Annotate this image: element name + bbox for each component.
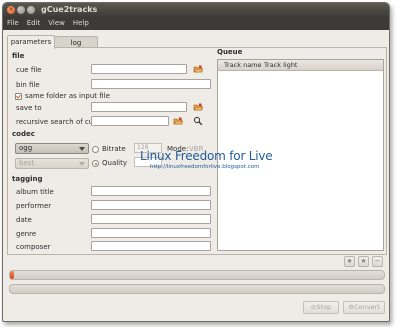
genre-field[interactable] — [91, 228, 211, 238]
bin-file-field[interactable] — [91, 79, 211, 89]
codec-format-select[interactable]: ogg — [15, 143, 89, 154]
folder-open-icon[interactable] — [193, 102, 203, 112]
file-heading: file — [12, 52, 25, 60]
date-label: date — [16, 216, 32, 224]
quality-preset-value: best — [19, 159, 35, 167]
save-to-label: save to — [16, 104, 42, 112]
title-bar: × gCue2tracks — [3, 3, 389, 17]
genre-label: genre — [16, 230, 37, 238]
same-folder-checkbox[interactable] — [15, 93, 22, 100]
col-track-length[interactable]: Track light — [264, 61, 297, 69]
quality-label: Quality — [102, 159, 128, 167]
recursive-search-field[interactable] — [91, 116, 169, 126]
stop-label: Stop — [316, 303, 332, 311]
star-icon: ★ — [346, 257, 353, 265]
codec-heading: codec — [12, 130, 35, 138]
col-track-name[interactable]: Track name — [224, 61, 262, 69]
folder-open-icon[interactable] — [193, 64, 203, 74]
composer-label: composer — [16, 243, 51, 251]
tab-parameters[interactable]: parameters — [7, 35, 55, 49]
album-title-field[interactable] — [91, 186, 211, 196]
queue-header: Track name Track light — [218, 60, 383, 71]
chevron-down-icon — [79, 162, 85, 166]
quality-radio[interactable] — [92, 160, 99, 167]
remove-button[interactable]: − — [372, 256, 383, 267]
chevron-down-icon — [79, 147, 85, 151]
date-field[interactable] — [91, 214, 211, 224]
minus-icon: − — [374, 257, 381, 265]
performer-field[interactable] — [91, 200, 211, 210]
watermark-url: http://linuxfreedomforlive.blogspot.com — [150, 164, 260, 170]
convert-label: Convert — [354, 303, 380, 311]
close-icon[interactable]: × — [7, 6, 15, 14]
menu-bar: File Edit View Help — [3, 17, 389, 30]
track-progress-bar — [9, 270, 385, 280]
same-folder-label: same folder as input file — [25, 92, 110, 100]
tagging-heading: tagging — [12, 175, 43, 183]
menu-view[interactable]: View — [44, 17, 69, 30]
save-to-field[interactable] — [91, 102, 187, 112]
bitrate-label: Bitrate — [102, 145, 126, 153]
total-progress-bar — [9, 284, 385, 294]
app-window: × gCue2tracks File Edit View Help parameter… — [2, 2, 390, 322]
codec-format-value: ogg — [19, 144, 33, 152]
bin-file-label: bin file — [16, 81, 40, 89]
minimize-icon[interactable] — [17, 6, 25, 14]
queue-heading: Queue — [217, 48, 243, 56]
performer-label: performer — [16, 202, 52, 210]
cue-file-field[interactable] — [91, 64, 187, 74]
cue-file-label: cue file — [16, 66, 42, 74]
watermark-text: Linux Freedom for Live — [140, 149, 273, 163]
move-up-button[interactable]: ★ — [344, 256, 355, 267]
convert-button[interactable]: ⚙Convert — [343, 301, 385, 314]
menu-help[interactable]: Help — [69, 17, 93, 30]
search-icon[interactable] — [193, 116, 203, 126]
stop-button[interactable]: ⊘Stop — [303, 301, 339, 314]
folder-open-icon[interactable] — [173, 116, 183, 126]
recursive-search-label: recursive search of cue — [16, 118, 98, 126]
menu-file[interactable]: File — [3, 17, 23, 30]
bitrate-radio[interactable] — [92, 146, 99, 153]
star-icon: ★ — [360, 257, 367, 265]
move-down-button[interactable]: ★ — [358, 256, 369, 267]
window-title: gCue2tracks — [41, 5, 98, 14]
composer-field[interactable] — [91, 241, 211, 251]
album-title-label: album title — [16, 188, 54, 196]
track-progress-fill — [10, 271, 14, 279]
maximize-icon[interactable] — [27, 6, 35, 14]
menu-edit[interactable]: Edit — [23, 17, 45, 30]
quality-preset-select[interactable]: best — [15, 158, 89, 169]
